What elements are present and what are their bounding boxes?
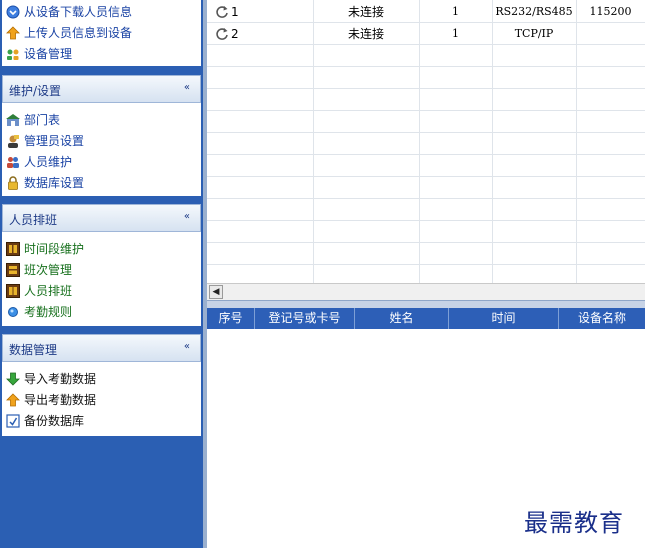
- device-baud-rate: 115200: [589, 5, 632, 18]
- column-header-name[interactable]: 姓名: [355, 308, 449, 329]
- device-id: 2: [231, 27, 239, 41]
- column-header-index[interactable]: 序号: [207, 308, 255, 329]
- device-number: 1: [452, 27, 459, 40]
- sidebar-item-label: 人员排班: [24, 284, 73, 298]
- panel-title: 维护/设置: [9, 84, 62, 98]
- department-icon: [6, 113, 20, 127]
- maintenance-panel-items: 部门表 管理员设置 人员维护 数据库设置: [2, 103, 201, 196]
- column-header-enroll-number[interactable]: 登记号或卡号: [255, 308, 355, 329]
- sidebar-item-label: 备份数据库: [24, 414, 85, 428]
- collapse-chevron-icon[interactable]: «: [184, 211, 190, 222]
- horizontal-scrollbar[interactable]: ◀: [207, 283, 645, 300]
- schedule-icon: [6, 284, 20, 298]
- download-circle-icon: [6, 5, 20, 19]
- sidebar-item-label: 管理员设置: [24, 134, 85, 148]
- device-id: 1: [231, 5, 239, 19]
- table-row[interactable]: 1 未连接 1 RS232/RS485 115200: [207, 1, 645, 23]
- export-arrow-icon: [6, 393, 20, 407]
- shift-icon: [6, 263, 20, 277]
- people-icon: [6, 155, 20, 169]
- column-header-device-name[interactable]: 设备名称: [559, 308, 645, 329]
- panel-title: 数据管理: [9, 343, 58, 357]
- empty-row: [207, 221, 645, 243]
- watermark-text: 最需教育: [524, 509, 624, 537]
- device-comm-type: RS232/RS485: [495, 5, 573, 18]
- sidebar-item-label: 考勤规则: [24, 305, 73, 319]
- empty-row: [207, 111, 645, 133]
- empty-row: [207, 133, 645, 155]
- empty-row: [207, 67, 645, 89]
- device-list-grid: 1 未连接 1 RS232/RS485 115200 2 未连接 1 TCP/I…: [207, 0, 645, 283]
- sidebar: 从设备下载人员信息 上传人员信息到设备 设备管理 维护/设置 « 部门表 管理员…: [0, 0, 203, 548]
- scroll-left-arrow-icon[interactable]: ◀: [209, 285, 223, 299]
- scheduling-panel-items: 时间段维护 班次管理 人员排班 考勤规则: [2, 232, 201, 326]
- device-number: 1: [452, 5, 459, 18]
- sidebar-item-label: 人员维护: [24, 155, 73, 169]
- refresh-icon: [215, 1, 229, 23]
- device-status: 未连接: [347, 5, 384, 19]
- device-panel-items: 从设备下载人员信息 上传人员信息到设备 设备管理: [2, 0, 201, 66]
- panel-header-maintenance[interactable]: 维护/设置 «: [2, 75, 201, 103]
- upload-arrow-icon: [6, 26, 20, 40]
- data-management-panel-items: 导入考勤数据 导出考勤数据 备份数据库: [2, 362, 201, 436]
- backup-icon: [6, 414, 20, 428]
- records-table-header: 序号 登记号或卡号 姓名 时间 设备名称: [207, 308, 645, 329]
- panel-title: 人员排班: [9, 213, 58, 227]
- empty-row: [207, 45, 645, 67]
- sidebar-item-label: 从设备下载人员信息: [24, 5, 133, 19]
- sidebar-item-label: 班次管理: [24, 263, 73, 277]
- column-header-time[interactable]: 时间: [449, 308, 559, 329]
- table-row[interactable]: 2 未连接 1 TCP/IP: [207, 23, 645, 45]
- admin-icon: [6, 134, 20, 148]
- empty-row: [207, 177, 645, 199]
- sidebar-item-label: 导出考勤数据: [24, 393, 97, 407]
- sidebar-item-label: 时间段维护: [24, 242, 85, 256]
- device-users-icon: [6, 47, 20, 61]
- rule-dot-icon: [6, 305, 20, 319]
- panel-header-scheduling[interactable]: 人员排班 «: [2, 204, 201, 232]
- empty-row: [207, 243, 645, 265]
- sidebar-item-label: 设备管理: [24, 47, 73, 61]
- empty-row: [207, 265, 645, 283]
- empty-row: [207, 89, 645, 111]
- sidebar-item-label: 上传人员信息到设备: [24, 26, 133, 40]
- panel-header-data-management[interactable]: 数据管理 «: [2, 334, 201, 362]
- import-arrow-icon: [6, 372, 20, 386]
- lock-icon: [6, 176, 20, 190]
- device-status: 未连接: [347, 27, 384, 41]
- collapse-chevron-icon[interactable]: «: [184, 341, 190, 352]
- device-comm-type: TCP/IP: [514, 27, 554, 40]
- device-baud-rate: [576, 23, 645, 45]
- refresh-icon: [215, 23, 229, 45]
- sidebar-item-label: 导入考勤数据: [24, 372, 97, 386]
- collapse-chevron-icon[interactable]: «: [184, 82, 190, 93]
- empty-row: [207, 199, 645, 221]
- time-period-icon: [6, 242, 20, 256]
- empty-row: [207, 155, 645, 177]
- sidebar-item-label: 数据库设置: [24, 176, 85, 190]
- sidebar-item-label: 部门表: [24, 113, 61, 127]
- splitter-horizontal[interactable]: [207, 300, 645, 308]
